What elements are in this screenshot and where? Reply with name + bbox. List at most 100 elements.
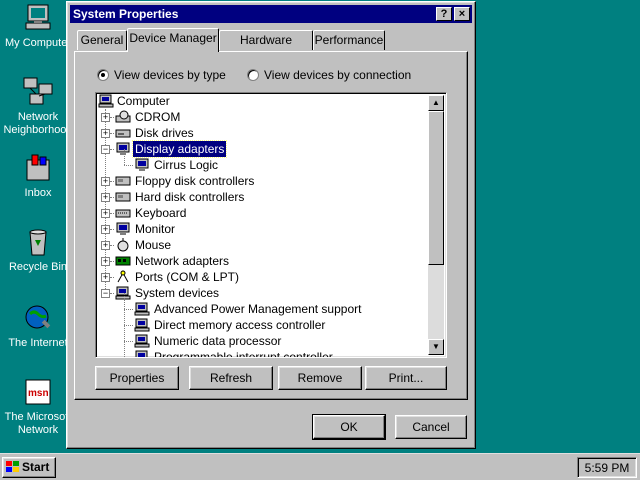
- tree-label: Network adapters: [135, 254, 230, 268]
- port-icon: [115, 270, 131, 284]
- print-button[interactable]: Print...: [365, 366, 447, 390]
- desktop-icon-network-neighborhood[interactable]: Network Neighborhood: [0, 76, 76, 137]
- tree-connector: [124, 165, 133, 166]
- view-by-type-option[interactable]: View devices by type: [97, 68, 226, 82]
- refresh-button[interactable]: Refresh: [189, 366, 273, 390]
- network-icon: [22, 76, 54, 108]
- tree-connector: [110, 133, 114, 134]
- computer-icon: [134, 318, 150, 332]
- tree-connector: [110, 197, 114, 198]
- close-button[interactable]: ×: [454, 7, 470, 21]
- remove-button[interactable]: Remove: [278, 366, 362, 390]
- tree-connector: [124, 149, 125, 165]
- scroll-down-button[interactable]: ▼: [428, 339, 444, 355]
- expand-icon[interactable]: +: [101, 177, 110, 186]
- desktop-icon-the-internet[interactable]: The Internet: [0, 302, 76, 350]
- tree-label: Mouse: [135, 238, 172, 252]
- desktop-icon-label: The Microsoft: [4, 411, 72, 423]
- start-label: Start: [22, 460, 50, 474]
- tree-connector: [110, 149, 114, 150]
- tree-label: Monitor: [135, 222, 176, 236]
- expand-icon[interactable]: +: [101, 273, 110, 282]
- tab-device-manager[interactable]: Device Manager: [127, 28, 219, 52]
- expand-icon[interactable]: +: [101, 209, 110, 218]
- tree-connector: [124, 341, 133, 342]
- desktop-icon-recycle-bin[interactable]: Recycle Bin: [0, 226, 76, 274]
- collapse-icon[interactable]: −: [101, 145, 110, 154]
- view-by-type-label: View devices by type: [114, 68, 226, 82]
- computer-icon: [98, 94, 114, 108]
- desktop-icon-label: The Internet: [8, 337, 68, 349]
- system-tray-clock[interactable]: 5:59 PM: [577, 457, 637, 478]
- tree-connector: [124, 293, 125, 309]
- monitor-icon: [134, 158, 150, 172]
- device-tree[interactable]: Computer + CDROM + Disk drives − Display adapt…: [95, 92, 447, 358]
- scroll-thumb[interactable]: [428, 111, 444, 265]
- vertical-scrollbar[interactable]: ▲ ▼: [428, 95, 444, 355]
- tree-connector: [110, 229, 114, 230]
- tree-label: Ports (COM & LPT): [135, 270, 240, 284]
- tree-label: Display adapters: [131, 140, 228, 158]
- title-bar[interactable]: System Properties ? ×: [70, 5, 472, 23]
- expand-icon[interactable]: +: [101, 241, 110, 250]
- expand-icon[interactable]: +: [101, 257, 110, 266]
- expand-icon[interactable]: +: [101, 193, 110, 202]
- expand-icon[interactable]: +: [101, 129, 110, 138]
- network-card-icon: [115, 254, 131, 268]
- tree-label: Direct memory access controller: [154, 318, 326, 332]
- scroll-up-button[interactable]: ▲: [428, 95, 444, 111]
- desktop-icon-label: Inbox: [24, 187, 52, 199]
- computer-icon: [134, 302, 150, 316]
- radio-unselected[interactable]: [247, 69, 259, 81]
- properties-button[interactable]: Properties: [95, 366, 179, 390]
- tab-general[interactable]: General: [77, 30, 127, 50]
- mouse-icon: [115, 238, 131, 252]
- svg-text:msn: msn: [28, 388, 49, 399]
- tree-connector: [110, 261, 114, 262]
- expand-icon[interactable]: +: [101, 225, 110, 234]
- desktop-icon-my-computer[interactable]: My Computer: [0, 2, 76, 50]
- tree-label: Cirrus Logic: [154, 158, 219, 172]
- monitor-icon: [115, 142, 131, 156]
- msn-icon: msn: [22, 376, 54, 408]
- tree-label: Advanced Power Management support: [154, 302, 362, 316]
- monitor-icon: [115, 222, 131, 236]
- view-by-connection-option[interactable]: View devices by connection: [247, 68, 411, 82]
- desktop-icon-label: Network: [17, 424, 59, 436]
- collapse-icon[interactable]: −: [101, 289, 110, 298]
- ok-button[interactable]: OK: [312, 414, 386, 440]
- help-button[interactable]: ?: [436, 7, 452, 21]
- tree-label: Disk drives: [135, 126, 194, 140]
- radio-selected[interactable]: [97, 69, 109, 81]
- system-properties-window: System Properties ? × General Device Man…: [66, 1, 476, 449]
- computer-icon: [134, 350, 150, 357]
- start-button[interactable]: Start: [2, 457, 56, 478]
- window-title: System Properties: [73, 7, 179, 21]
- computer-icon: [22, 2, 54, 34]
- inbox-icon: [22, 152, 54, 184]
- tree-connector: [110, 181, 114, 182]
- cdrom-icon: [115, 110, 131, 124]
- view-by-connection-label: View devices by connection: [264, 68, 412, 82]
- computer-icon: [115, 286, 131, 300]
- tab-performance[interactable]: Performance: [313, 30, 385, 50]
- tree-label: Computer: [117, 94, 170, 108]
- cancel-button[interactable]: Cancel: [395, 415, 467, 439]
- desktop-icon-label: Neighborhood: [3, 124, 73, 136]
- desktop-icon-label: Network: [17, 111, 59, 123]
- tree-label: Numeric data processor: [154, 334, 282, 348]
- desktop-icon-msn[interactable]: msn The Microsoft Network: [0, 376, 76, 437]
- tree-label: System devices: [135, 286, 220, 300]
- tree-label: CDROM: [135, 110, 181, 124]
- expand-icon[interactable]: +: [101, 113, 110, 122]
- desktop-icon-inbox[interactable]: Inbox: [0, 152, 76, 200]
- device-manager-panel: View devices by type View devices by con…: [74, 51, 468, 400]
- tree-label: Programmable interrupt controller: [154, 350, 333, 358]
- tree-label: Hard disk controllers: [135, 190, 245, 204]
- tab-hardware-profiles[interactable]: Hardware Profiles: [219, 30, 313, 65]
- tree-connector: [124, 341, 125, 357]
- tree-connector: [110, 213, 114, 214]
- tree-connector: [124, 325, 133, 326]
- tree-connector: [110, 293, 114, 294]
- tree-connector: [110, 245, 114, 246]
